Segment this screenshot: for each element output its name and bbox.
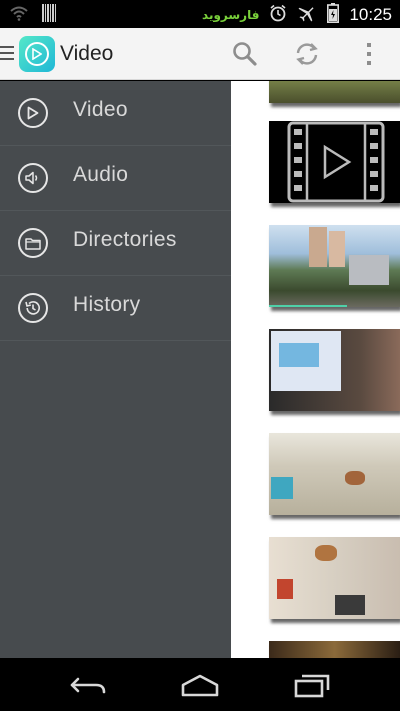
search-icon[interactable]	[231, 40, 259, 68]
video-thumbnail[interactable]	[269, 225, 400, 307]
system-nav-bar	[0, 658, 400, 711]
drawer-item-audio[interactable]: Audio	[0, 146, 231, 211]
drawer-item-label: Video	[73, 98, 128, 121]
back-icon[interactable]	[66, 670, 110, 700]
drawer-item-label: History	[73, 293, 141, 316]
airplane-mode-icon	[297, 4, 317, 26]
video-thumbnail[interactable]	[269, 433, 400, 515]
folder-icon	[18, 228, 48, 258]
play-circle-icon	[18, 98, 48, 128]
status-bar: فارسروید 10:25	[0, 0, 400, 28]
home-icon[interactable]	[178, 670, 222, 700]
speaker-icon	[18, 163, 48, 193]
drawer-item-directories[interactable]: Directories	[0, 211, 231, 276]
barcode-icon	[42, 4, 56, 26]
wifi-icon	[10, 5, 28, 25]
video-thumbnail[interactable]	[269, 329, 400, 411]
video-thumbnail[interactable]	[269, 537, 400, 619]
app-logo[interactable]	[19, 36, 55, 72]
history-icon	[18, 293, 48, 323]
page-title: Video	[60, 42, 114, 65]
drawer-item-history[interactable]: History	[0, 276, 231, 341]
refresh-icon[interactable]	[293, 40, 321, 68]
video-thumbnail[interactable]	[269, 641, 400, 658]
film-strip-icon	[287, 121, 385, 203]
recents-icon[interactable]	[290, 670, 334, 700]
overflow-menu-icon[interactable]	[355, 40, 383, 68]
drawer-item-label: Audio	[73, 163, 129, 186]
navigation-drawer: Video Audio Directories History	[0, 81, 231, 658]
battery-icon	[327, 3, 340, 27]
watermark-text: فارسروید	[202, 8, 260, 22]
video-thumbnail[interactable]	[269, 81, 400, 103]
drawer-item-label: Directories	[73, 228, 177, 251]
status-time: 10:25	[349, 5, 392, 24]
video-thumbnail[interactable]	[269, 121, 400, 203]
menu-icon[interactable]	[0, 46, 16, 62]
alarm-icon	[269, 4, 287, 26]
action-bar: Video	[0, 28, 400, 80]
drawer-item-video[interactable]: Video	[0, 81, 231, 146]
